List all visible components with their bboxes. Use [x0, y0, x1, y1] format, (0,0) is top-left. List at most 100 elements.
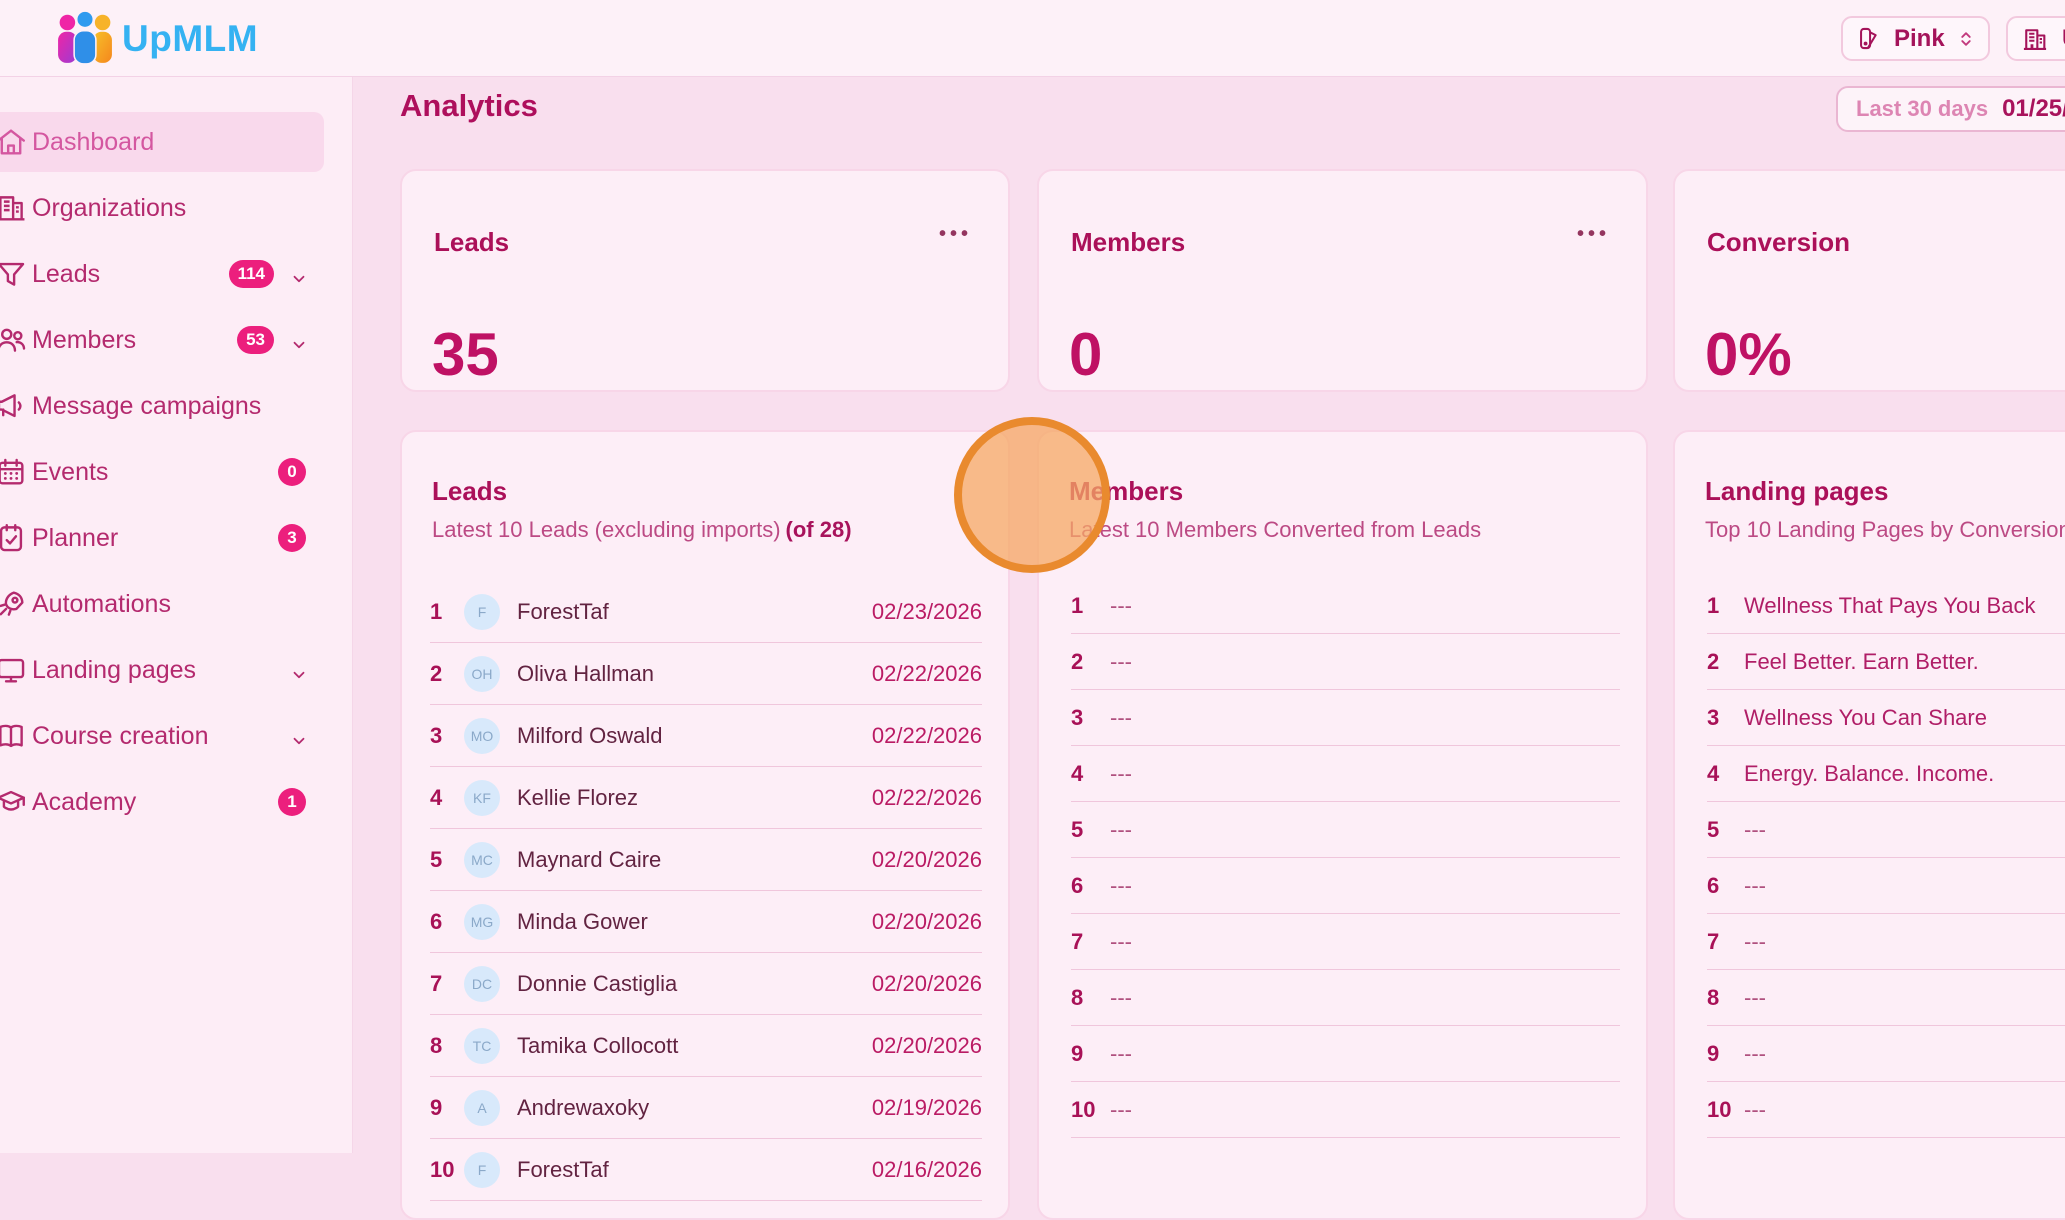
date-range-picker[interactable]: Last 30 days 01/25/20: [1836, 86, 2065, 132]
row-rank: 10: [430, 1157, 464, 1183]
row-rank: 7: [1071, 929, 1110, 955]
graduation-cap-icon: [0, 785, 28, 819]
sidebar-item-organizations[interactable]: Organizations: [0, 178, 352, 238]
row-rank: 7: [430, 971, 464, 997]
stat-value: 0: [1069, 325, 1102, 385]
lead-name: Kellie Florez: [517, 785, 872, 811]
landing-page-name: ---: [1744, 817, 1766, 843]
row-rank: 1: [1707, 593, 1744, 619]
table-row[interactable]: 10 ---: [1071, 1082, 1620, 1138]
table-row[interactable]: 5 ---: [1071, 802, 1620, 858]
table-row[interactable]: 9 A Andrewaxoky 02/19/2026: [430, 1077, 982, 1139]
avatar: MG: [464, 904, 500, 940]
chevron-down-icon[interactable]: [290, 662, 308, 680]
table-row[interactable]: 8 TC Tamika Collocott 02/20/2026: [430, 1015, 982, 1077]
lead-date: 02/20/2026: [872, 1033, 982, 1059]
calendar-icon: [0, 455, 28, 489]
table-row[interactable]: 4 KF Kellie Florez 02/22/2026: [430, 767, 982, 829]
ellipsis-menu-icon[interactable]: •••: [939, 223, 972, 246]
table-row[interactable]: 7 ---: [1071, 914, 1620, 970]
table-row[interactable]: 5 MC Maynard Caire 02/20/2026: [430, 829, 982, 891]
sidebar-item-course-creation[interactable]: Course creation: [0, 706, 352, 766]
table-row[interactable]: 9 ---: [1707, 1026, 2065, 1082]
sidebar-item-message-campaigns[interactable]: Message campaigns: [0, 376, 352, 436]
organization-button[interactable]: U: [2006, 16, 2065, 61]
page-title: Analytics: [400, 88, 538, 124]
date-range-label: Last 30 days: [1856, 96, 1988, 122]
lead-name: Andrewaxoky: [517, 1095, 872, 1121]
megaphone-icon: [0, 389, 28, 423]
table-row[interactable]: 3 MO Milford Oswald 02/22/2026: [430, 705, 982, 767]
table-row[interactable]: 3 ---: [1071, 690, 1620, 746]
stat-title: Leads: [434, 227, 509, 258]
chevron-down-icon[interactable]: [290, 332, 308, 350]
sidebar-item-label: Automations: [32, 590, 171, 619]
table-row[interactable]: 1 F ForestTaf 02/23/2026: [430, 581, 982, 643]
lead-name: ForestTaf: [517, 1157, 872, 1183]
sidebar-item-label: Course creation: [32, 722, 208, 751]
table-row[interactable]: 7 ---: [1707, 914, 2065, 970]
lead-name: Donnie Castiglia: [517, 971, 872, 997]
landing-page-name: Energy. Balance. Income.: [1744, 761, 1994, 787]
sidebar-item-automations[interactable]: Automations: [0, 574, 352, 634]
table-row[interactable]: 2 OH Oliva Hallman 02/22/2026: [430, 643, 982, 705]
lead-date: 02/22/2026: [872, 785, 982, 811]
rocket-icon: [0, 587, 28, 621]
lead-name: Minda Gower: [517, 909, 872, 935]
chevron-down-icon[interactable]: [290, 266, 308, 284]
lead-date: 02/20/2026: [872, 971, 982, 997]
table-row[interactable]: 5 ---: [1707, 802, 2065, 858]
table-row[interactable]: 4 ---: [1071, 746, 1620, 802]
table-row[interactable]: 1 ---: [1071, 578, 1620, 634]
sidebar-item-label: Planner: [32, 524, 118, 553]
table-row[interactable]: 3 Wellness You Can Share: [1707, 690, 2065, 746]
table-row[interactable]: 10 ---: [1707, 1082, 2065, 1138]
theme-selector-button[interactable]: Pink: [1841, 16, 1990, 61]
table-row[interactable]: 6 ---: [1071, 858, 1620, 914]
sidebar-item-academy[interactable]: Academy 1: [0, 772, 352, 832]
avatar: TC: [464, 1028, 500, 1064]
member-name: ---: [1110, 985, 1132, 1011]
sidebar-item-label: Landing pages: [32, 656, 196, 685]
landing-page-name: ---: [1744, 929, 1766, 955]
sidebar-item-landing-pages[interactable]: Landing pages: [0, 640, 352, 700]
landing-page-name: ---: [1744, 1097, 1766, 1123]
avatar: KF: [464, 780, 500, 816]
sidebar-item-events[interactable]: Events 0: [0, 442, 352, 502]
row-rank: 8: [1707, 985, 1744, 1011]
table-row[interactable]: 9 ---: [1071, 1026, 1620, 1082]
row-rank: 2: [1707, 649, 1744, 675]
monitor-icon: [0, 653, 28, 687]
table-row[interactable]: 8 ---: [1071, 970, 1620, 1026]
top-bar: UpMLM Pink U: [0, 0, 2065, 77]
table-row[interactable]: 6 ---: [1707, 858, 2065, 914]
table-row[interactable]: 4 Energy. Balance. Income.: [1707, 746, 2065, 802]
clipboard-icon: [0, 521, 28, 555]
sidebar-item-label: Academy: [32, 788, 136, 817]
list-subtitle: Latest 10 Members Converted from Leads: [1069, 517, 1481, 543]
sidebar-item-dashboard[interactable]: Dashboard: [0, 112, 324, 172]
table-row[interactable]: 7 DC Donnie Castiglia 02/20/2026: [430, 953, 982, 1015]
table-row[interactable]: 8 ---: [1707, 970, 2065, 1026]
avatar: A: [464, 1090, 500, 1126]
table-row[interactable]: 10 F ForestTaf 02/16/2026: [430, 1139, 982, 1201]
row-rank: 8: [430, 1033, 464, 1059]
avatar: OH: [464, 656, 500, 692]
sidebar-item-members[interactable]: Members 53: [0, 310, 352, 370]
landing-page-name: ---: [1744, 1041, 1766, 1067]
ellipsis-menu-icon[interactable]: •••: [1577, 223, 1610, 246]
chevron-down-icon[interactable]: [290, 728, 308, 746]
table-row[interactable]: 2 ---: [1071, 634, 1620, 690]
table-row[interactable]: 1 Wellness That Pays You Back: [1707, 578, 2065, 634]
landing-rows: 1 Wellness That Pays You Back 2 Feel Bet…: [1707, 578, 2065, 1138]
table-row[interactable]: 6 MG Minda Gower 02/20/2026: [430, 891, 982, 953]
sidebar-item-planner[interactable]: Planner 3: [0, 508, 352, 568]
upmlm-logo-icon[interactable]: [56, 10, 114, 66]
table-row[interactable]: 2 Feel Better. Earn Better.: [1707, 634, 2065, 690]
sidebar-item-leads[interactable]: Leads 114: [0, 244, 352, 304]
leads-rows: 1 F ForestTaf 02/23/2026 2 OH Oliva Hall…: [430, 581, 982, 1201]
list-title: Landing pages: [1705, 476, 1888, 507]
row-rank: 7: [1707, 929, 1744, 955]
row-rank: 6: [1707, 873, 1744, 899]
list-title: Members: [1069, 476, 1183, 507]
